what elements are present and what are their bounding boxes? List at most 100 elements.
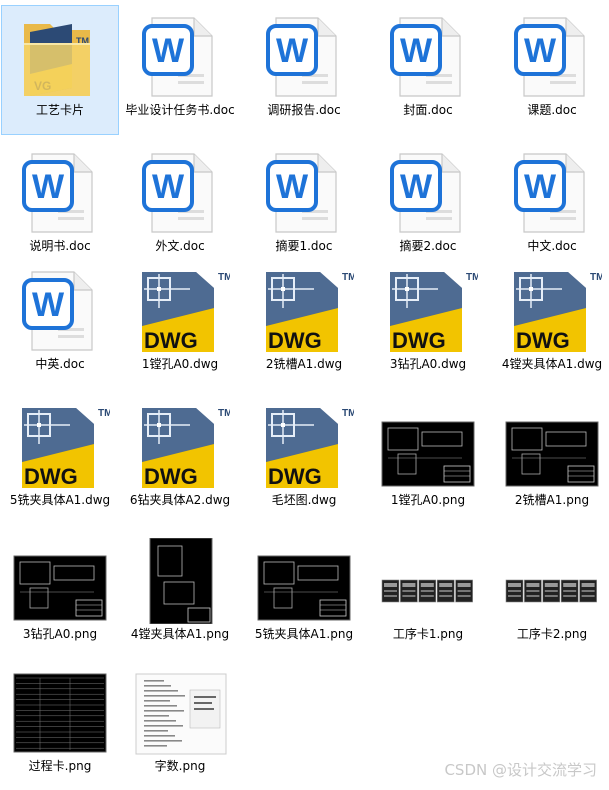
file-item[interactable]: W 封面.doc [370,6,486,134]
folder-icon: VG TM [10,14,110,100]
file-item[interactable]: W 课题.doc [494,6,609,134]
file-item[interactable]: 2铣槽A1.png [494,396,609,524]
file-name: 工艺卡片 [35,103,84,117]
file-name: 字数.png [154,759,206,773]
file-item[interactable]: DWG TM 6钻夹具体A2.dwg [122,396,238,524]
file-name: 封面.doc [403,103,453,117]
file-name: 3钻孔A0.png [22,627,98,641]
file-name: 6钻夹具体A2.dwg [129,493,231,507]
svg-text:TM: TM [342,272,354,283]
file-name: 2铣槽A1.png [514,493,590,507]
file-name: 中英.doc [35,357,85,371]
svg-text:DWG: DWG [268,464,322,489]
file-item[interactable]: W 说明书.doc [2,142,118,270]
file-name: 3钻孔A0.dwg [389,357,467,371]
image-thumbnail-icon [10,670,110,756]
file-item[interactable]: DWG TM 3钻孔A0.dwg [370,260,486,388]
svg-text:W: W [276,168,309,206]
dwg-file-icon: DWG TM [378,268,480,354]
file-item[interactable]: W 摘要2.doc [370,142,486,270]
svg-text:W: W [32,286,65,324]
file-item[interactable]: W 摘要1.doc [246,142,362,270]
word-document-icon: W [502,14,602,100]
word-document-icon: W [10,268,110,354]
image-thumbnail-icon [10,538,110,624]
svg-text:W: W [152,32,185,70]
svg-text:DWG: DWG [392,328,446,353]
file-name: 5铣夹具体A1.dwg [9,493,111,507]
file-item[interactable]: DWG TM 2铣槽A1.dwg [246,260,362,388]
file-name: 1镗孔A0.dwg [141,357,219,371]
file-name: 毛坯图.dwg [271,493,337,507]
file-item[interactable]: 过程卡.png [2,662,118,790]
file-item[interactable]: DWG TM 1镗孔A0.dwg [122,260,238,388]
svg-text:W: W [524,32,557,70]
file-name: 摘要2.doc [399,239,457,253]
file-item[interactable]: DWG TM 毛坯图.dwg [246,396,362,524]
file-item[interactable]: W 调研报告.doc [246,6,362,134]
file-name: 工序卡1.png [392,627,464,641]
file-item[interactable]: 4镗夹具体A1.png [122,530,238,658]
word-document-icon: W [254,14,354,100]
svg-text:DWG: DWG [144,464,198,489]
svg-text:W: W [152,168,185,206]
file-item[interactable]: 3钻孔A0.png [2,530,118,658]
dwg-file-icon: DWG TM [10,404,112,490]
file-name: 调研报告.doc [267,103,341,117]
svg-text:TM: TM [218,272,230,283]
file-name: 1镗孔A0.png [390,493,466,507]
svg-text:DWG: DWG [24,464,78,489]
file-item[interactable]: W 中文.doc [494,142,609,270]
file-name: 4镗夹具体A1.png [130,627,230,641]
dwg-file-icon: DWG TM [130,268,232,354]
file-item[interactable]: DWG TM 4镗夹具体A1.dwg [494,260,609,388]
file-item[interactable]: W 外文.doc [122,142,238,270]
word-document-icon: W [254,150,354,236]
image-thumbnail-icon [254,538,354,624]
file-item[interactable]: 工序卡2.png [494,530,609,658]
dwg-file-icon: DWG TM [502,268,604,354]
svg-text:W: W [524,168,557,206]
file-item[interactable]: VG TM 工艺卡片 [1,5,119,135]
svg-text:DWG: DWG [516,328,570,353]
word-document-icon: W [130,14,230,100]
svg-text:TM: TM [466,272,478,283]
word-document-icon: W [130,150,230,236]
word-document-icon: W [10,150,110,236]
svg-text:TM: TM [342,408,354,419]
file-item[interactable]: DWG TM 5铣夹具体A1.dwg [2,396,118,524]
file-item[interactable]: 字数.png [122,662,238,790]
image-thumbnail-icon [378,538,478,624]
svg-text:W: W [276,32,309,70]
watermark: CSDN @设计交流学习 [444,761,597,779]
svg-text:TM: TM [218,408,230,419]
word-document-icon: W [378,14,478,100]
file-name: 课题.doc [527,103,577,117]
svg-text:W: W [400,32,433,70]
file-name: 说明书.doc [29,239,91,253]
file-name: 2铣槽A1.dwg [265,357,343,371]
file-name: 过程卡.png [28,759,92,773]
file-name: 5铣夹具体A1.png [254,627,354,641]
svg-text:W: W [400,168,433,206]
file-name: 毕业设计任务书.doc [125,103,235,117]
file-item[interactable]: 1镗孔A0.png [370,396,486,524]
file-name: 4镗夹具体A1.dwg [501,357,603,371]
dwg-file-icon: DWG TM [254,404,356,490]
file-name: 中文.doc [527,239,577,253]
word-document-icon: W [378,150,478,236]
file-name: 摘要1.doc [275,239,333,253]
image-thumbnail-icon [502,404,602,490]
svg-text:W: W [32,168,65,206]
word-document-icon: W [502,150,602,236]
image-thumbnail-icon [502,538,602,624]
svg-text:TM: TM [590,272,602,283]
svg-text:DWG: DWG [144,328,198,353]
dwg-file-icon: DWG TM [130,404,232,490]
file-item[interactable]: 5铣夹具体A1.png [246,530,362,658]
svg-text:DWG: DWG [268,328,322,353]
file-item[interactable]: W 毕业设计任务书.doc [122,6,238,134]
dwg-file-icon: DWG TM [254,268,356,354]
file-item[interactable]: W 中英.doc [2,260,118,388]
file-item[interactable]: 工序卡1.png [370,530,486,658]
